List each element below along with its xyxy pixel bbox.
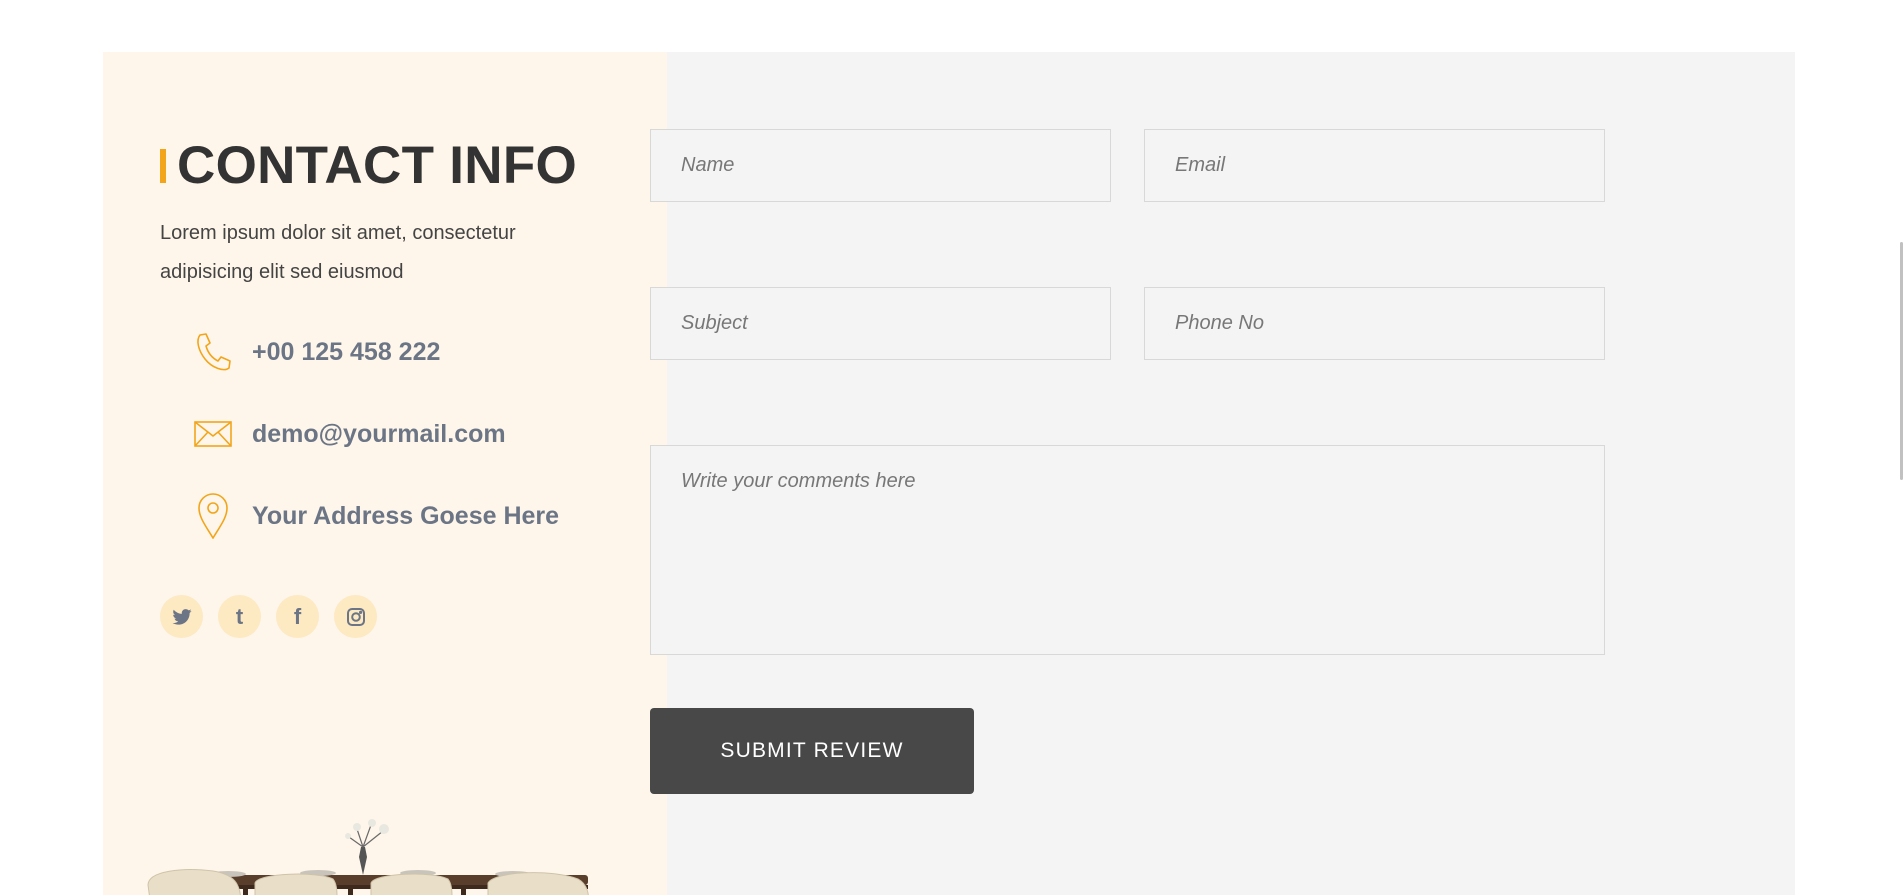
dining-furniture-image	[147, 819, 589, 895]
name-input[interactable]	[650, 129, 1111, 202]
email-row: demo@yourmail.com	[191, 412, 506, 456]
subject-input[interactable]	[650, 287, 1111, 360]
page-scrollbar[interactable]	[1896, 0, 1903, 895]
phone-icon	[191, 330, 235, 374]
address-row: Your Address Goese Here	[191, 493, 560, 539]
twitter-icon[interactable]	[160, 595, 203, 638]
mail-icon	[191, 412, 235, 456]
comment-textarea[interactable]	[650, 445, 1605, 655]
social-links: t f	[160, 595, 377, 638]
email-input[interactable]	[1144, 129, 1605, 202]
location-pin-icon	[191, 493, 235, 539]
facebook-icon[interactable]: f	[276, 595, 319, 638]
contact-description: Lorem ipsum dolor sit amet, consectetur …	[160, 222, 516, 283]
title-accent-bar	[160, 149, 166, 183]
contact-title: CONTACT INFO	[177, 136, 578, 195]
phone-row: +00 125 458 222	[191, 330, 440, 374]
contact-info-panel: CONTACT INFO Lorem ipsum dolor sit amet,…	[103, 52, 667, 895]
address-text: Your Address Goese Here	[252, 501, 560, 530]
tumblr-icon[interactable]: t	[218, 595, 261, 638]
instagram-icon[interactable]	[334, 595, 377, 638]
email-link[interactable]: demo@yourmail.com	[252, 420, 506, 449]
submit-review-button[interactable]: SUBMIT REVIEW	[650, 708, 974, 794]
contact-title-row: CONTACT INFO	[160, 136, 577, 196]
tumblr-glyph: t	[235, 603, 244, 629]
phone-link[interactable]: +00 125 458 222	[252, 338, 440, 367]
facebook-glyph: f	[293, 603, 302, 629]
phone-input[interactable]	[1144, 287, 1605, 360]
